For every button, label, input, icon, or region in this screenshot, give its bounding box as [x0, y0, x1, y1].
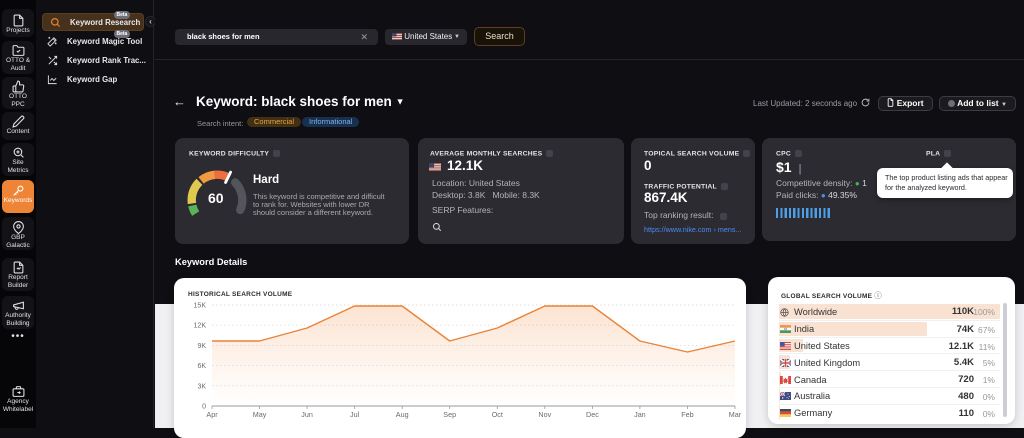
svg-text:Oct: Oct: [492, 410, 503, 419]
svg-text:9K: 9K: [197, 343, 206, 350]
svg-text:Jul: Jul: [350, 410, 360, 419]
svg-text:Mar: Mar: [729, 410, 742, 419]
svg-text:Apr: Apr: [206, 410, 218, 419]
svg-text:May: May: [253, 410, 267, 419]
svg-text:Aug: Aug: [396, 410, 409, 419]
svg-text:15K: 15K: [194, 303, 207, 310]
svg-text:Jan: Jan: [634, 410, 646, 419]
svg-text:Dec: Dec: [586, 410, 599, 419]
svg-text:Nov: Nov: [538, 410, 551, 419]
svg-text:Jun: Jun: [301, 410, 313, 419]
svg-text:Feb: Feb: [681, 410, 693, 419]
svg-text:Sep: Sep: [443, 410, 456, 419]
svg-text:3K: 3K: [197, 383, 206, 390]
svg-text:12K: 12K: [194, 323, 207, 330]
svg-text:6K: 6K: [197, 363, 206, 370]
